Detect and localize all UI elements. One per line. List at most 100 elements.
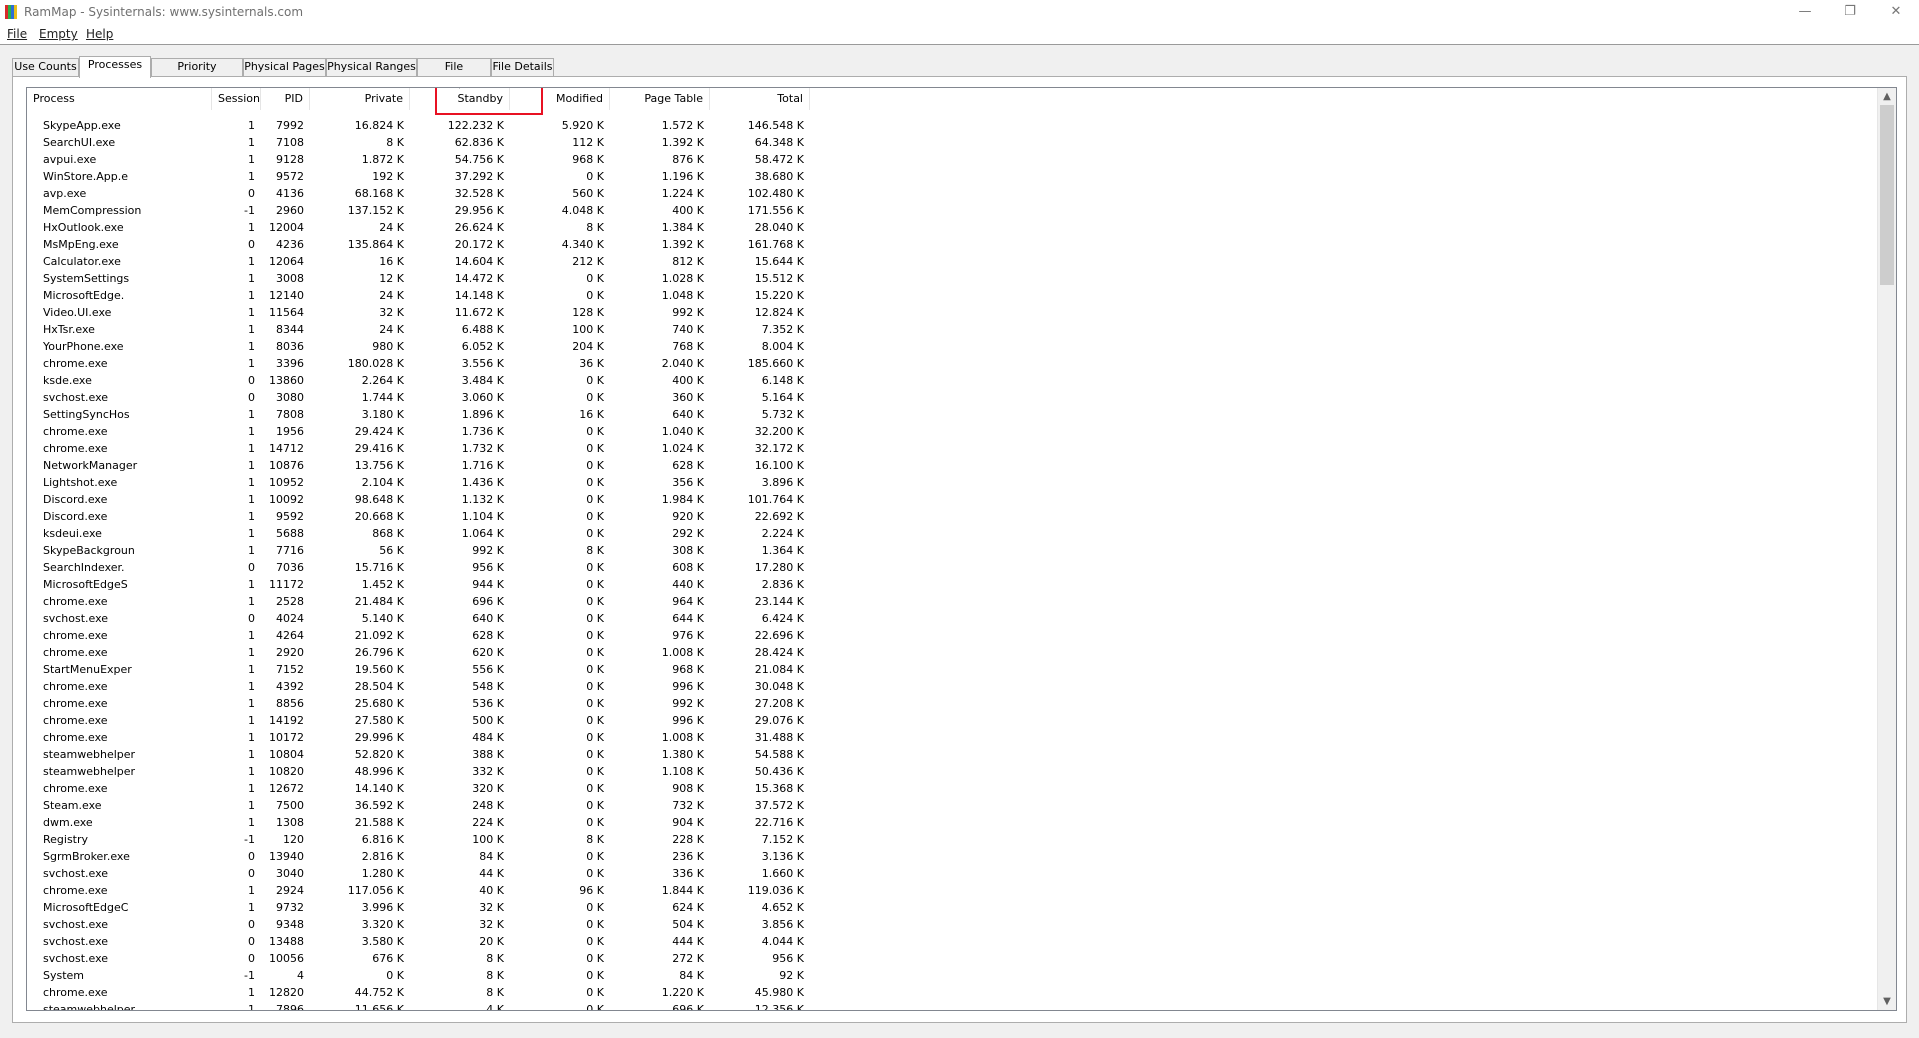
table-row[interactable]: Registry -1 120 6.816 K 100 K 8 K 228 K 7.152 K (27, 831, 1878, 848)
table-row[interactable]: chrome.exe 1 12820 44.752 K 8 K 0 K 1.220 K 45.… (27, 984, 1878, 1001)
column-standby[interactable]: ˅ Standby (410, 88, 510, 110)
column-modified[interactable]: Modified (510, 88, 610, 110)
table-row[interactable]: chrome.exe 1 4264 21.092 K 628 K 0 K 976 K 22.6… (27, 627, 1878, 644)
cell-private: 137.152 K (347, 204, 404, 217)
table-row[interactable]: ksde.exe 0 13860 2.264 K 3.484 K 0 K 400 K 6.14… (27, 372, 1878, 389)
cell-session: 1 (248, 357, 255, 370)
cell-process: chrome.exe (43, 782, 108, 795)
column-private[interactable]: Private (310, 88, 410, 110)
table-row[interactable]: svchost.exe 0 13488 3.580 K 20 K 0 K 444 K 4.04… (27, 933, 1878, 950)
scroll-up-icon[interactable]: ▲ (1878, 88, 1896, 105)
tab-file-details[interactable]: File Details (491, 58, 554, 77)
table-row[interactable]: WinStore.App.e 1 9572 192 K 37.292 K 0 K 1.196… (27, 168, 1878, 185)
column-process[interactable]: Process (27, 88, 212, 110)
cell-standby: 6.488 K (461, 323, 504, 336)
scroll-down-icon[interactable]: ▼ (1878, 993, 1896, 1010)
table-row[interactable]: SearchUI.exe 1 7108 8 K 62.836 K 112 K 1.392 K… (27, 134, 1878, 151)
table-row[interactable]: NetworkManager 1 10876 13.756 K 1.716 K 0 K 62… (27, 457, 1878, 474)
scroll-thumb[interactable] (1880, 105, 1894, 285)
table-row[interactable]: Discord.exe 1 10092 98.648 K 1.132 K 0 K 1.984… (27, 491, 1878, 508)
table-row[interactable]: System -1 4 0 K 8 K 0 K 84 K 92 K (27, 967, 1878, 984)
tab-use-counts[interactable]: Use Counts (12, 58, 79, 77)
tab-physical-pages[interactable]: Physical Pages (243, 58, 326, 77)
table-row[interactable]: chrome.exe 1 14192 27.580 K 500 K 0 K 996 K 29.… (27, 712, 1878, 729)
table-row[interactable]: svchost.exe 0 4024 5.140 K 640 K 0 K 644 K 6.42… (27, 610, 1878, 627)
table-row[interactable]: Steam.exe 1 7500 36.592 K 248 K 0 K 732 K 37.57… (27, 797, 1878, 814)
cell-page-table: 272 K (672, 952, 704, 965)
table-row[interactable]: svchost.exe 0 3080 1.744 K 3.060 K 0 K 360 K 5.… (27, 389, 1878, 406)
column-pid[interactable]: PID (261, 88, 310, 110)
table-row[interactable]: chrome.exe 1 12672 14.140 K 320 K 0 K 908 K 15.… (27, 780, 1878, 797)
table-row[interactable]: YourPhone.exe 1 8036 980 K 6.052 K 204 K 768 K… (27, 338, 1878, 355)
cell-session: 0 (248, 238, 255, 251)
table-row[interactable]: MsMpEng.exe 0 4236 135.864 K 20.172 K 4.340 K… (27, 236, 1878, 253)
cell-modified: 112 K (572, 136, 604, 149)
cell-session: 1 (248, 578, 255, 591)
table-row[interactable]: SgrmBroker.exe 0 13940 2.816 K 84 K 0 K 236 K 3… (27, 848, 1878, 865)
cell-pid: 10172 (269, 731, 304, 744)
cell-modified: 0 K (586, 476, 604, 489)
column-session[interactable]: Session (212, 88, 261, 110)
table-row[interactable]: chrome.exe 1 1956 29.424 K 1.736 K 0 K 1.040 K… (27, 423, 1878, 440)
menu-help[interactable]: Help (86, 27, 113, 41)
table-row[interactable]: SystemSettings 1 3008 12 K 14.472 K 0 K 1.028 … (27, 270, 1878, 287)
cell-modified: 0 K (586, 901, 604, 914)
cell-page-table: 732 K (672, 799, 704, 812)
table-row[interactable]: svchost.exe 0 3040 1.280 K 44 K 0 K 336 K 1.660… (27, 865, 1878, 882)
table-row[interactable]: steamwebhelper 1 10820 48.996 K 332 K 0 K 1.10… (27, 763, 1878, 780)
table-row[interactable]: MicrosoftEdge. 1 12140 24 K 14.148 K 0 K 1.048… (27, 287, 1878, 304)
tab-file-summary[interactable]: File Summary (417, 58, 491, 89)
table-row[interactable]: SettingSyncHos 1 7808 3.180 K 1.896 K 16 K 640… (27, 406, 1878, 423)
table-row[interactable]: SkypeApp.exe 1 7992 16.824 K 122.232 K 5.920 … (27, 117, 1878, 134)
table-row[interactable]: chrome.exe 1 2924 117.056 K 40 K 96 K 1.844 K 1… (27, 882, 1878, 899)
cell-standby: 1.064 K (461, 527, 504, 540)
table-row[interactable]: ksdeui.exe 1 5688 868 K 1.064 K 0 K 292 K 2.224… (27, 525, 1878, 542)
cell-pid: 10876 (269, 459, 304, 472)
table-row[interactable]: avpui.exe 1 9128 1.872 K 54.756 K 968 K 876 K 5… (27, 151, 1878, 168)
table-row[interactable]: steamwebhelper 1 7896 11.656 K 4 K 0 K 696 K 12… (27, 1001, 1878, 1010)
column-page-table[interactable]: Page Table (610, 88, 710, 110)
table-row[interactable]: MemCompression -1 2960 137.152 K 29.956 K 4.0… (27, 202, 1878, 219)
cell-page-table: 1.844 K (661, 884, 704, 897)
cell-page-table: 1.384 K (661, 221, 704, 234)
table-row[interactable]: svchost.exe 0 10056 676 K 8 K 0 K 272 K 956 K (27, 950, 1878, 967)
table-row[interactable]: StartMenuExper 1 7152 19.560 K 556 K 0 K 968 K… (27, 661, 1878, 678)
table-row[interactable]: SearchIndexer. 0 7036 15.716 K 956 K 0 K 608 K… (27, 559, 1878, 576)
table-row[interactable]: Calculator.exe 1 12064 16 K 14.604 K 212 K 812… (27, 253, 1878, 270)
tab-priority-summary[interactable]: Priority Summary (151, 58, 243, 89)
cell-session: 1 (248, 646, 255, 659)
tab-processes[interactable]: Processes (79, 56, 151, 78)
menu-empty[interactable]: Empty (39, 27, 78, 41)
table-row[interactable]: steamwebhelper 1 10804 52.820 K 388 K 0 K 1.38… (27, 746, 1878, 763)
table-row[interactable]: dwm.exe 1 1308 21.588 K 224 K 0 K 904 K 22.716 … (27, 814, 1878, 831)
cell-private: 56 K (379, 544, 404, 557)
cell-process: chrome.exe (43, 884, 108, 897)
table-row[interactable]: MicrosoftEdgeS 1 11172 1.452 K 944 K 0 K 440 K… (27, 576, 1878, 593)
table-row[interactable]: chrome.exe 1 10172 29.996 K 484 K 0 K 1.008 K 3… (27, 729, 1878, 746)
table-row[interactable]: HxTsr.exe 1 8344 24 K 6.488 K 100 K 740 K 7.352… (27, 321, 1878, 338)
table-row[interactable]: chrome.exe 1 14712 29.416 K 1.732 K 0 K 1.024 … (27, 440, 1878, 457)
table-row[interactable]: HxOutlook.exe 1 12004 24 K 26.624 K 8 K 1.384 … (27, 219, 1878, 236)
table-row[interactable]: MicrosoftEdgeC 1 9732 3.996 K 32 K 0 K 624 K 4.… (27, 899, 1878, 916)
table-row[interactable]: avp.exe 0 4136 68.168 K 32.528 K 560 K 1.224 K… (27, 185, 1878, 202)
column-total[interactable]: Total (710, 88, 810, 110)
table-row[interactable]: Discord.exe 1 9592 20.668 K 1.104 K 0 K 920 K 2… (27, 508, 1878, 525)
table-row[interactable]: chrome.exe 1 8856 25.680 K 536 K 0 K 992 K 27.2… (27, 695, 1878, 712)
cell-private: 2.264 K (361, 374, 404, 387)
restore-button[interactable]: ❐ (1830, 2, 1870, 22)
table-row[interactable]: Video.UI.exe 1 11564 32 K 11.672 K 128 K 992 K… (27, 304, 1878, 321)
table-row[interactable]: chrome.exe 1 3396 180.028 K 3.556 K 36 K 2.040… (27, 355, 1878, 372)
process-list[interactable]: Process Session PID Private ˅ Standby Mo… (26, 87, 1897, 1011)
vertical-scrollbar[interactable]: ▲ ▼ (1877, 88, 1896, 1010)
tab-physical-ranges[interactable]: Physical Ranges (326, 58, 417, 77)
table-row[interactable]: chrome.exe 1 2528 21.484 K 696 K 0 K 964 K 23.1… (27, 593, 1878, 610)
menu-file[interactable]: File (7, 27, 27, 41)
cell-private: 980 K (372, 340, 404, 353)
table-row[interactable]: SkypeBackgroun 1 7716 56 K 992 K 8 K 308 K 1.36… (27, 542, 1878, 559)
minimize-button[interactable]: — (1785, 2, 1825, 22)
table-row[interactable]: chrome.exe 1 2920 26.796 K 620 K 0 K 1.008 K 28… (27, 644, 1878, 661)
table-row[interactable]: svchost.exe 0 9348 3.320 K 32 K 0 K 504 K 3.856… (27, 916, 1878, 933)
table-row[interactable]: Lightshot.exe 1 10952 2.104 K 1.436 K 0 K 356 … (27, 474, 1878, 491)
close-button[interactable]: ✕ (1876, 2, 1916, 22)
table-row[interactable]: chrome.exe 1 4392 28.504 K 548 K 0 K 996 K 30.0… (27, 678, 1878, 695)
